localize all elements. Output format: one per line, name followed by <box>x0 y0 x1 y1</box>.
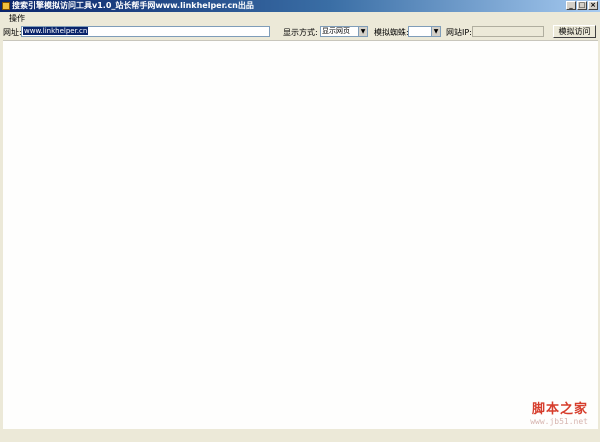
spider-select[interactable]: ▼ <box>408 26 441 37</box>
url-label: 网址: <box>3 28 22 37</box>
browser-content-area[interactable]: 脚本之家 www.jb51.net <box>3 40 598 430</box>
display-mode-value: 显示网页 <box>322 27 350 35</box>
toolbar: 网址: www.linkhelper.cn 显示方式: 显示网页 ▼ 模拟蜘蛛:… <box>0 23 600 40</box>
menu-bar: 操作 <box>0 12 600 23</box>
site-ip-label: 网站IP: <box>446 28 472 37</box>
close-button[interactable]: × <box>588 1 598 10</box>
display-mode-label: 显示方式: <box>283 28 318 37</box>
url-input-value: www.linkhelper.cn <box>23 27 89 35</box>
watermark-title: 脚本之家 <box>531 402 588 417</box>
spider-label: 模拟蜘蛛: <box>374 28 409 37</box>
site-ip-field <box>472 26 544 37</box>
minimize-button[interactable]: _ <box>566 1 576 10</box>
chevron-down-icon[interactable]: ▼ <box>431 27 440 36</box>
maximize-button[interactable]: □ <box>577 1 587 10</box>
title-bar: 搜索引擎模拟访问工具v1.0_站长帮手网www.linkhelper.cn出品 … <box>0 0 600 12</box>
window-title: 搜索引擎模拟访问工具v1.0_站长帮手网www.linkhelper.cn出品 <box>12 1 254 10</box>
watermark-url: www.jb51.net <box>530 417 588 426</box>
display-mode-select[interactable]: 显示网页 ▼ <box>320 26 368 37</box>
url-input[interactable]: www.linkhelper.cn <box>21 26 270 37</box>
chevron-down-icon[interactable]: ▼ <box>358 27 367 36</box>
watermark: 脚本之家 www.jb51.net <box>530 398 588 426</box>
app-icon <box>2 2 10 10</box>
status-bar <box>0 429 600 442</box>
simulate-visit-button[interactable]: 模拟访问 <box>553 25 596 38</box>
